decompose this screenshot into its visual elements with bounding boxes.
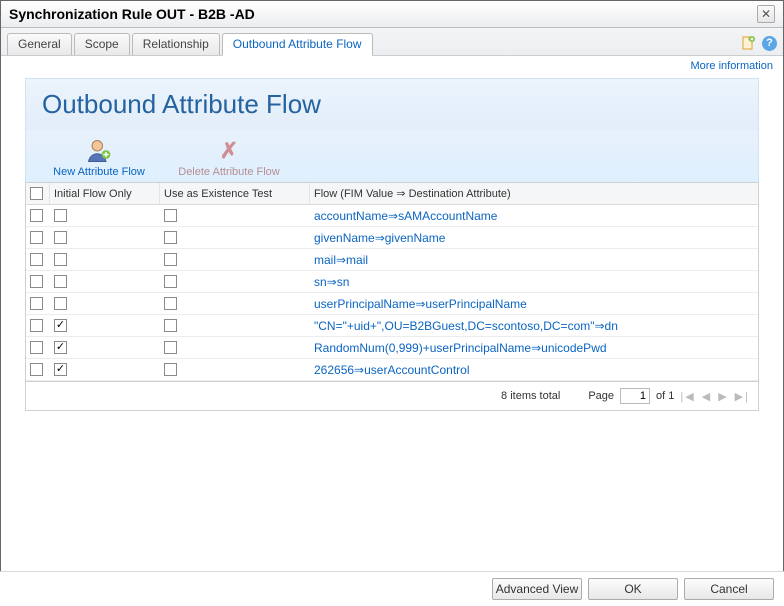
- dialog-footer: Advanced View OK Cancel: [0, 571, 784, 606]
- cancel-button[interactable]: Cancel: [684, 578, 774, 600]
- pager-first[interactable]: |◀: [680, 390, 695, 403]
- existence-test-checkbox[interactable]: [164, 209, 177, 222]
- table-row[interactable]: mail⇒mail: [26, 249, 758, 271]
- help-icon[interactable]: ?: [762, 36, 777, 51]
- flow-value[interactable]: userPrincipalName⇒userPrincipalName: [310, 293, 758, 314]
- items-total: 8 items total: [501, 390, 560, 402]
- card-header: Outbound Attribute Flow: [25, 78, 759, 130]
- row-select-checkbox[interactable]: [30, 253, 43, 266]
- row-select-checkbox[interactable]: [30, 319, 43, 332]
- page-of: of 1: [656, 390, 674, 402]
- existence-test-checkbox[interactable]: [164, 297, 177, 310]
- col-initial-flow[interactable]: Initial Flow Only: [50, 183, 160, 204]
- select-all-checkbox[interactable]: [30, 187, 43, 200]
- existence-test-checkbox[interactable]: [164, 231, 177, 244]
- tab-scope[interactable]: Scope: [74, 33, 130, 55]
- existence-test-checkbox[interactable]: [164, 363, 177, 376]
- initial-flow-checkbox[interactable]: [54, 341, 67, 354]
- more-information-link[interactable]: More information: [690, 60, 773, 72]
- table-row[interactable]: RandomNum(0,999)+userPrincipalName⇒unico…: [26, 337, 758, 359]
- initial-flow-checkbox[interactable]: [54, 363, 67, 376]
- content: Outbound Attribute Flow New Attribute Fl…: [1, 72, 783, 411]
- grid-header: Initial Flow Only Use as Existence Test …: [26, 183, 758, 205]
- ok-button[interactable]: OK: [588, 578, 678, 600]
- flow-value[interactable]: "CN="+uid+",OU=B2BGuest,DC=scontoso,DC=c…: [310, 315, 758, 336]
- flow-value[interactable]: accountName⇒sAMAccountName: [310, 205, 758, 226]
- existence-test-checkbox[interactable]: [164, 341, 177, 354]
- tab-relationship[interactable]: Relationship: [132, 33, 220, 55]
- table-row[interactable]: accountName⇒sAMAccountName: [26, 205, 758, 227]
- flow-value[interactable]: givenName⇒givenName: [310, 227, 758, 248]
- pager: 8 items total Page of 1 |◀ ◀ ▶ ▶|: [25, 382, 759, 411]
- table-row[interactable]: 262656⇒userAccountControl: [26, 359, 758, 381]
- delete-attribute-flow-label: Delete Attribute Flow: [166, 166, 292, 178]
- tab-row: General Scope Relationship Outbound Attr…: [1, 28, 783, 56]
- table-row[interactable]: "CN="+uid+",OU=B2BGuest,DC=scontoso,DC=c…: [26, 315, 758, 337]
- new-page-icon[interactable]: [740, 35, 756, 51]
- close-button[interactable]: ✕: [757, 5, 775, 23]
- row-select-checkbox[interactable]: [30, 341, 43, 354]
- initial-flow-checkbox[interactable]: [54, 319, 67, 332]
- existence-test-checkbox[interactable]: [164, 319, 177, 332]
- attribute-flow-grid: Initial Flow Only Use as Existence Test …: [25, 182, 759, 382]
- new-attribute-flow-label: New Attribute Flow: [36, 166, 162, 178]
- initial-flow-checkbox[interactable]: [54, 231, 67, 244]
- col-existence-test[interactable]: Use as Existence Test: [160, 183, 310, 204]
- pager-next[interactable]: ▶: [718, 390, 728, 403]
- new-attribute-flow-button[interactable]: New Attribute Flow: [34, 134, 164, 180]
- flow-value[interactable]: mail⇒mail: [310, 249, 758, 270]
- table-row[interactable]: sn⇒sn: [26, 271, 758, 293]
- flow-value[interactable]: 262656⇒userAccountControl: [310, 359, 758, 380]
- user-add-icon: [36, 136, 162, 166]
- existence-test-checkbox[interactable]: [164, 275, 177, 288]
- page-label: Page: [588, 390, 614, 402]
- delete-attribute-flow-button: ✗ Delete Attribute Flow: [164, 134, 294, 180]
- initial-flow-checkbox[interactable]: [54, 275, 67, 288]
- col-flow[interactable]: Flow (FIM Value ⇒ Destination Attribute): [310, 183, 758, 204]
- col-select: [26, 183, 50, 204]
- tab-outbound-attribute-flow[interactable]: Outbound Attribute Flow: [222, 33, 373, 56]
- page-title: Outbound Attribute Flow: [42, 89, 742, 120]
- titlebar: Synchronization Rule OUT - B2B -AD ✕: [1, 1, 783, 28]
- row-select-checkbox[interactable]: [30, 363, 43, 376]
- pager-last[interactable]: ▶|: [735, 390, 750, 403]
- table-row[interactable]: userPrincipalName⇒userPrincipalName: [26, 293, 758, 315]
- table-row[interactable]: givenName⇒givenName: [26, 227, 758, 249]
- close-icon: ✕: [761, 7, 771, 21]
- initial-flow-checkbox[interactable]: [54, 209, 67, 222]
- row-select-checkbox[interactable]: [30, 231, 43, 244]
- existence-test-checkbox[interactable]: [164, 253, 177, 266]
- more-info-row: More information: [1, 56, 783, 72]
- initial-flow-checkbox[interactable]: [54, 253, 67, 266]
- toolbar: New Attribute Flow ✗ Delete Attribute Fl…: [25, 130, 759, 182]
- flow-value[interactable]: sn⇒sn: [310, 271, 758, 292]
- pager-prev[interactable]: ◀: [702, 390, 712, 403]
- tab-general[interactable]: General: [7, 33, 72, 55]
- flow-value[interactable]: RandomNum(0,999)+userPrincipalName⇒unico…: [310, 337, 758, 358]
- row-select-checkbox[interactable]: [30, 275, 43, 288]
- row-select-checkbox[interactable]: [30, 297, 43, 310]
- initial-flow-checkbox[interactable]: [54, 297, 67, 310]
- window-title: Synchronization Rule OUT - B2B -AD: [9, 6, 255, 22]
- delete-icon: ✗: [166, 136, 292, 166]
- page-input[interactable]: [620, 388, 650, 404]
- advanced-view-button[interactable]: Advanced View: [492, 578, 582, 600]
- row-select-checkbox[interactable]: [30, 209, 43, 222]
